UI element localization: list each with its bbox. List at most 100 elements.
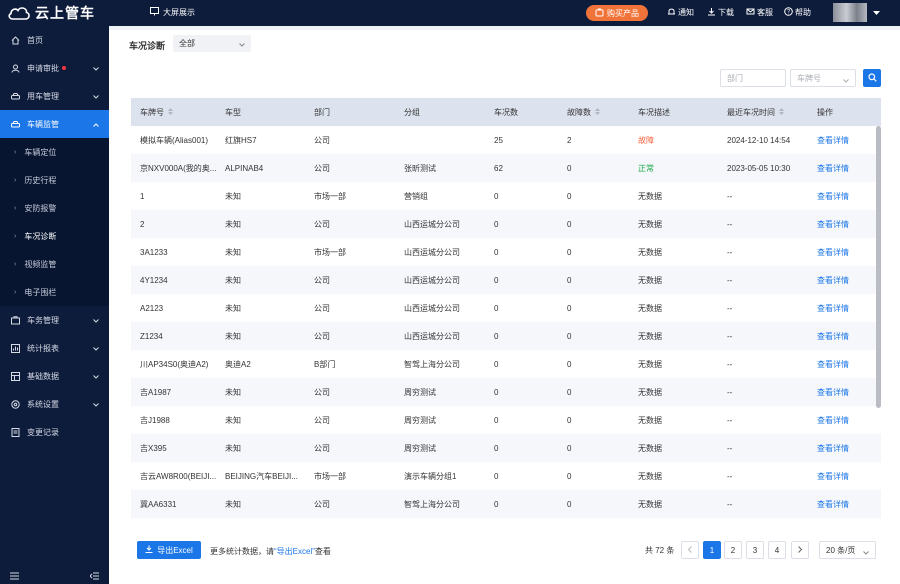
header-fault-count[interactable]: 故障数 xyxy=(558,107,629,118)
page-1-button[interactable]: 1 xyxy=(703,541,721,559)
download-icon xyxy=(707,7,716,18)
chevron-right-icon: › xyxy=(14,148,17,156)
status-filter-select[interactable]: 全部 xyxy=(173,35,251,52)
car-icon xyxy=(10,91,20,101)
prev-page-button[interactable] xyxy=(681,541,699,559)
table-row: 2 未知 公司 山西运城分公司 0 0 无数据 -- 查看详情 xyxy=(131,210,881,238)
bell-icon xyxy=(667,7,676,18)
sort-icon[interactable] xyxy=(595,107,600,117)
page-header: 车况诊断 全部 xyxy=(109,30,900,58)
sidebar: 首页 申请审批 用车管理 车辆监管 › 车辆定位 › 历史行程 › 安防报警 › 车况诊… xyxy=(0,26,109,584)
page-3-button[interactable]: 3 xyxy=(746,541,764,559)
cell-plate: 吉J1988 xyxy=(140,415,170,425)
page-2-button[interactable]: 2 xyxy=(724,541,742,559)
sidebar-item-vehicle-use[interactable]: 用车管理 xyxy=(0,82,109,110)
sidebar-item-reports[interactable]: 统计报表 xyxy=(0,334,109,362)
view-details-link[interactable]: 查看详情 xyxy=(808,135,881,146)
buy-product-button[interactable]: 购买产品 xyxy=(586,5,648,21)
cart-icon xyxy=(595,7,604,19)
view-details-link[interactable]: 查看详情 xyxy=(808,331,881,342)
sidebar-subitem-alarm[interactable]: › 安防报警 xyxy=(0,194,109,222)
view-details-link[interactable]: 查看详情 xyxy=(808,219,881,230)
view-details-link[interactable]: 查看详情 xyxy=(808,275,881,286)
chevron-right-icon xyxy=(798,545,803,555)
view-details-link[interactable]: 查看详情 xyxy=(808,471,881,482)
table-scrollbar[interactable] xyxy=(876,126,881,408)
bigscreen-link[interactable]: 大屏展示 xyxy=(150,7,195,18)
next-page-button[interactable] xyxy=(791,541,809,559)
search-button[interactable] xyxy=(863,69,881,87)
chevron-down-icon xyxy=(93,344,99,353)
cell-model: 红旗HS7 xyxy=(225,135,257,145)
chevron-down-icon xyxy=(93,316,99,325)
sidebar-subitem-geofence[interactable]: › 电子围栏 xyxy=(0,278,109,306)
export-note-link[interactable]: “导出Excel” xyxy=(274,547,315,556)
chevron-down-icon xyxy=(93,92,99,101)
cell-condition-desc: 无数据 xyxy=(638,303,662,313)
notification-link[interactable]: 通知 xyxy=(667,7,694,18)
view-details-link[interactable]: 查看详情 xyxy=(808,359,881,370)
download-link[interactable]: 下载 xyxy=(707,7,734,18)
sidebar-item-settings[interactable]: 系统设置 xyxy=(0,390,109,418)
cell-condition-count: 0 xyxy=(494,443,499,453)
caret-down-icon[interactable] xyxy=(873,9,880,18)
plate-select[interactable]: 车牌号 xyxy=(790,69,856,87)
sidebar-subitem-video[interactable]: › 视频监管 xyxy=(0,250,109,278)
cell-last-time: -- xyxy=(727,359,733,369)
header-label: 最近车况时间 xyxy=(727,107,775,117)
view-details-link[interactable]: 查看详情 xyxy=(808,247,881,258)
cell-last-time: -- xyxy=(727,443,733,453)
sidebar-subitem-history[interactable]: › 历史行程 xyxy=(0,166,109,194)
view-details-link[interactable]: 查看详情 xyxy=(808,415,881,426)
sidebar-item-label: 车务管理 xyxy=(27,315,59,325)
export-excel-button[interactable]: 导出Excel xyxy=(137,541,201,559)
page-size-value: 20 条/页 xyxy=(826,545,856,555)
view-details-link[interactable]: 查看详情 xyxy=(808,163,881,174)
cell-condition-count: 62 xyxy=(494,163,503,173)
help-link[interactable]: ? 帮助 xyxy=(784,7,811,18)
avatar[interactable] xyxy=(833,3,867,22)
export-note: 更多统计数据，请“导出Excel”查看 xyxy=(210,546,331,557)
collapse-sidebar-icon[interactable] xyxy=(89,572,99,582)
header-plate[interactable]: 车牌号 xyxy=(131,107,216,118)
sidebar-item-affairs[interactable]: 车务管理 xyxy=(0,306,109,334)
cell-last-time: -- xyxy=(727,415,733,425)
sidebar-item-home[interactable]: 首页 xyxy=(0,26,109,54)
cell-last-time: -- xyxy=(727,247,733,257)
header-department: 部门 xyxy=(314,107,330,117)
customer-service-link[interactable]: 客服 xyxy=(746,7,773,18)
sidebar-item-basic-data[interactable]: 基础数据 xyxy=(0,362,109,390)
page-size-select[interactable]: 20 条/页 xyxy=(819,541,876,559)
sort-icon[interactable] xyxy=(168,107,173,117)
cell-condition-count: 0 xyxy=(494,219,499,229)
sidebar-subitem-location[interactable]: › 车辆定位 xyxy=(0,138,109,166)
cell-plate: 2 xyxy=(140,219,145,229)
cell-department: 公司 xyxy=(314,219,330,229)
header-last-time[interactable]: 最近车况时间 xyxy=(718,107,808,118)
sort-icon[interactable] xyxy=(779,107,784,117)
cell-last-time: 2024-12-10 14:54 xyxy=(727,135,791,145)
sidebar-item-approval[interactable]: 申请审批 xyxy=(0,54,109,82)
sidebar-subitem-diagnosis[interactable]: › 车况诊断 xyxy=(0,222,109,250)
view-details-link[interactable]: 查看详情 xyxy=(808,387,881,398)
customer-service-label: 客服 xyxy=(757,8,773,17)
chevron-down-icon xyxy=(843,76,849,85)
sidebar-item-change-log[interactable]: 变更记录 xyxy=(0,418,109,446)
cell-group: 山西运城分公司 xyxy=(404,247,460,257)
logo[interactable]: 云上管车 xyxy=(8,4,95,22)
cell-model: 未知 xyxy=(225,331,241,341)
cell-department: 公司 xyxy=(314,499,330,509)
cell-plate: 吉X395 xyxy=(140,443,167,453)
cell-group: 张昕测试 xyxy=(404,163,436,173)
view-details-link[interactable]: 查看详情 xyxy=(808,499,881,510)
table-row: 模拟车辆(Alias001) 红旗HS7 公司 25 2 故障 2024-12-10 14:… xyxy=(131,126,881,154)
view-details-link[interactable]: 查看详情 xyxy=(808,191,881,202)
view-details-link[interactable]: 查看详情 xyxy=(808,303,881,314)
hamburger-icon[interactable] xyxy=(10,572,19,582)
diagnosis-table: 车牌号 车型 部门 分组 车况数 故障数 车况描述 最近车况时间 操作 模拟车辆… xyxy=(131,98,881,521)
sidebar-item-vehicle-monitor[interactable]: 车辆监管 xyxy=(0,110,109,138)
cell-group: 周穷测试 xyxy=(404,387,436,397)
page-4-button[interactable]: 4 xyxy=(768,541,786,559)
view-details-link[interactable]: 查看详情 xyxy=(808,443,881,454)
department-input[interactable]: 部门 xyxy=(720,69,786,87)
